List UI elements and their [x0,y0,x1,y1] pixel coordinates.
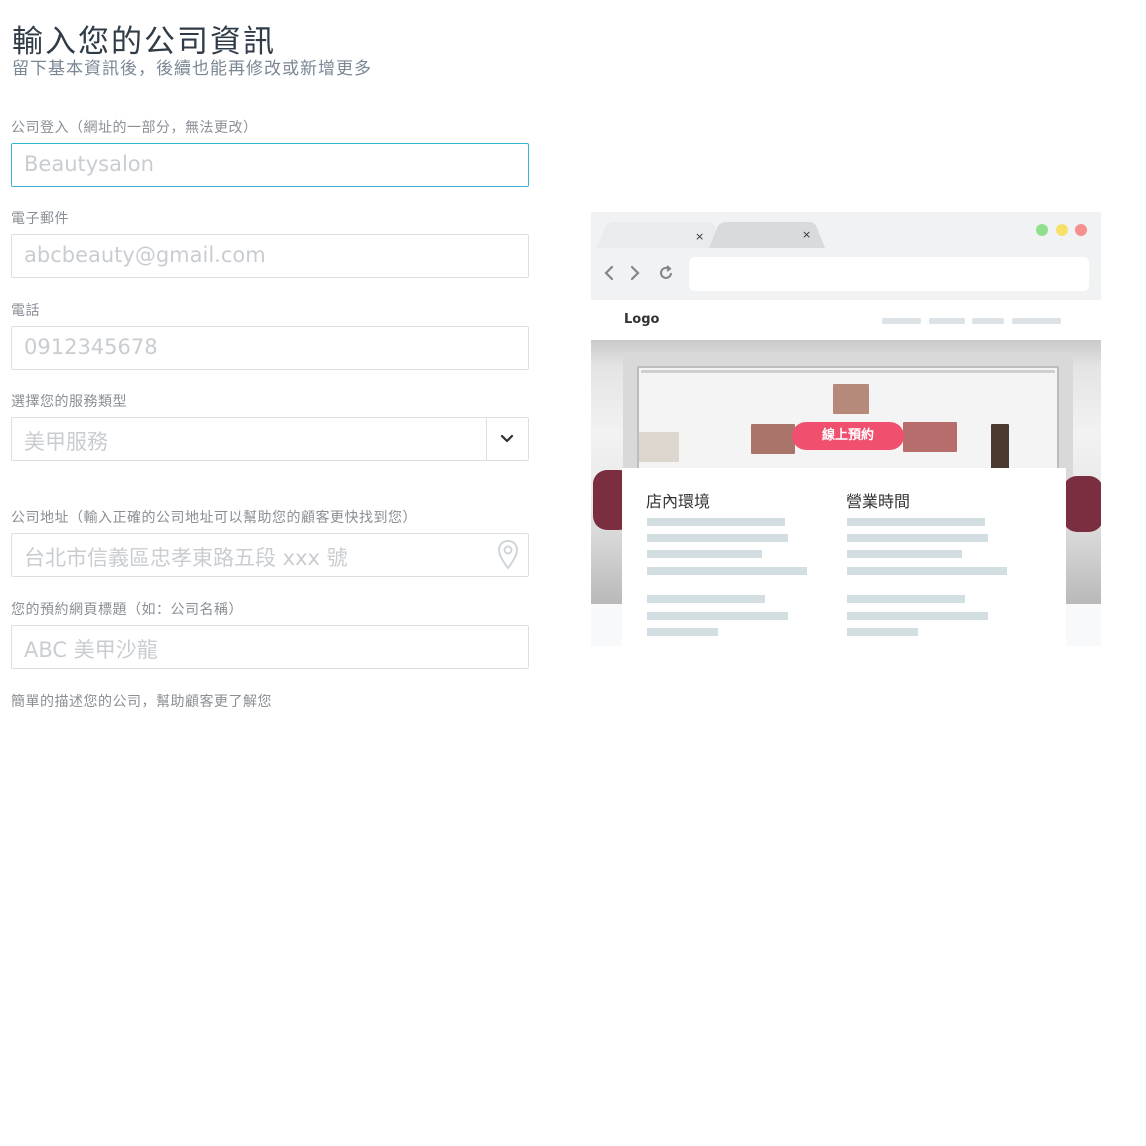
placeholder-line [647,567,807,575]
preview-nav-item [1012,318,1061,324]
placeholder-line [847,534,988,542]
placeholder-line [647,518,785,526]
preview-nav-item [929,318,965,324]
salon-chair [1063,476,1101,532]
page-subtitle: 留下基本資訊後，後續也能再修改或新增更多 [12,59,372,79]
tab-close-icon: × [802,228,812,241]
salon-ceiling-line [641,370,1055,373]
card-title-hours: 營業時間 [846,492,911,511]
email-field[interactable]: abcbeauty@gmail.com [11,234,529,278]
address-placeholder: 台北市信義區忠孝東路五段 xxx 號 [24,546,348,570]
booking-title-field[interactable]: ABC 美甲沙龍 [11,625,529,669]
company-login-placeholder: Beautysalon [24,152,154,176]
email-placeholder: abcbeauty@gmail.com [24,243,266,267]
address-label: 公司地址（輸入正確的公司地址可以幫助您的顧客更快找到您） [11,510,417,526]
placeholder-line [647,550,762,558]
placeholder-line [647,612,788,620]
back-icon [604,265,614,281]
placeholder-line [847,612,988,620]
address-field[interactable]: 台北市信義區忠孝東路五段 xxx 號 [11,533,529,577]
salon-shelf [639,432,679,462]
placeholder-line [647,595,765,603]
placeholder-line [847,567,1007,575]
placeholder-line [647,534,788,542]
placeholder-line [847,628,918,636]
chevron-down-icon[interactable] [499,431,515,447]
card-title-environment: 店內環境 [646,492,711,511]
preview-logo: Logo [624,312,660,327]
description-label: 簡單的描述您的公司，幫助顧客更了解您 [11,694,272,710]
placeholder-line [847,518,985,526]
forward-icon [630,265,640,281]
preview-nav-item [972,318,1004,324]
reload-icon [660,265,672,279]
window-dot-green [1036,224,1048,236]
select-divider [486,418,487,460]
service-type-select[interactable]: 美甲服務 [11,417,529,461]
service-type-value: 美甲服務 [24,430,108,454]
preview-site-header: Logo [591,300,1101,340]
book-online-button: 線上預約 [792,422,904,450]
phone-label: 電話 [11,303,40,319]
email-label: 電子郵件 [11,211,69,227]
salon-shelf [991,424,1009,474]
browser-tabs-shape [597,222,825,248]
placeholder-line [647,628,718,636]
salon-wall-art [751,424,795,454]
preview-nav-item [882,318,921,324]
url-field [689,257,1089,291]
tab-close-icon: × [695,230,705,243]
placeholder-line [847,595,965,603]
preview-info-card: 店內環境 營業時間 [622,468,1066,646]
window-dot-yellow [1056,224,1068,236]
placeholder-line [847,550,962,558]
company-login-input[interactable]: Beautysalon [11,143,529,187]
booking-page-preview: × × Logo 線上預約 店內環境 營業時間 [591,212,1101,646]
salon-wall-art [903,422,957,452]
booking-title-placeholder: ABC 美甲沙龍 [24,638,158,662]
phone-field[interactable]: 0912345678 [11,326,529,370]
booking-title-label: 您的預約網頁標題（如：公司名稱） [11,602,243,618]
browser-tab-strip: × × [591,212,1101,248]
phone-placeholder: 0912345678 [24,335,158,359]
map-pin-icon [497,539,519,570]
window-dot-red [1075,224,1087,236]
salon-wall-art [833,384,869,414]
company-login-label: 公司登入（網址的一部分，無法更改） [11,120,258,136]
service-type-label: 選擇您的服務類型 [11,394,127,410]
browser-address-bar [591,248,1101,300]
